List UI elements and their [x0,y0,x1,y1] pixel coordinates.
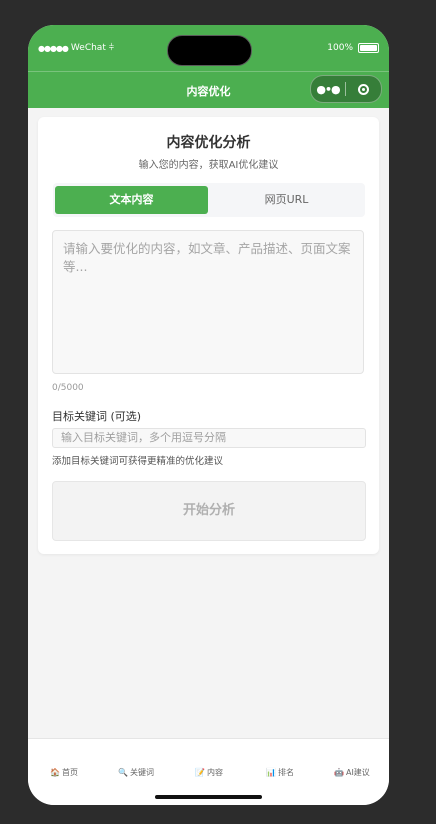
tabbar-item-home[interactable]: 🏠 首页 [50,767,78,778]
robot-icon: 🤖 [334,768,344,777]
content-textarea[interactable]: 请输入要优化的内容，如文章、产品描述、页面文案等... [52,230,364,374]
home-indicator [155,795,262,799]
tab-web-url[interactable]: 网页URL [210,186,363,214]
card-subtitle: 输入您的内容，获取AI优化建议 [138,160,279,171]
input-mode-tabs: 文本内容 网页URL [53,183,365,217]
wifi-icon: ⫩ [108,43,115,53]
signal-icon: ●●●●● [38,43,69,53]
tabbar-item-keywords[interactable]: 🔍 关键词 [118,767,154,778]
bar-chart-icon: 📊 [266,768,276,777]
tabbar-label: 关键词 [129,768,154,777]
phone-screen: ●●●●● WeChat ⫩ 100% 内容优化 ●•● 内容优化分析 输入您的… [28,25,389,805]
nav-bar: 内容优化 ●•● [28,71,389,108]
carrier-name: WeChat [70,43,106,53]
keyword-hint: 添加目标关键词可获得更精准的优化建议 [52,456,224,467]
tabbar-item-ai-suggestions[interactable]: 🤖 AI建议 [334,767,370,778]
tabbar-label: 排名 [277,768,294,777]
analysis-card: 内容优化分析 输入您的内容，获取AI优化建议 文本内容 网页URL 请输入要优化… [38,117,379,554]
status-bar: ●●●●● WeChat ⫩ 100% [28,25,389,71]
tabbar-label: 首页 [61,768,78,777]
tabbar-label: 内容 [206,768,223,777]
memo-icon: 📝 [195,768,205,777]
more-icon[interactable]: ●•● [311,83,345,96]
tabbar-item-ranking[interactable]: 📊 排名 [266,767,294,778]
tabbar-label: AI建议 [345,768,370,777]
dynamic-island [167,35,252,66]
mini-program-capsule: ●•● [310,75,382,103]
keyword-placeholder: 输入目标关键词，多个用逗号分隔 [61,431,226,444]
tabbar-item-content[interactable]: 📝 内容 [195,767,223,778]
battery-icon [358,43,379,53]
tab-text-content[interactable]: 文本内容 [55,186,208,214]
keyword-input[interactable]: 输入目标关键词，多个用逗号分隔 [52,428,366,448]
search-icon: 🔍 [118,768,128,777]
battery-percent: 100% [327,43,353,53]
card-title: 内容优化分析 [166,135,251,151]
char-counter: 0/5000 [52,383,84,393]
status-left: ●●●●● WeChat ⫩ [38,43,114,53]
keyword-label: 目标关键词 (可选) [52,410,142,423]
status-right: 100% [327,43,379,53]
close-circle-icon [357,83,369,95]
home-icon: 🏠 [50,768,60,777]
start-analysis-button[interactable]: 开始分析 [52,481,366,541]
close-mini-program-button[interactable] [346,83,380,95]
tab-bar: 🏠 首页 🔍 关键词 📝 内容 📊 排名 🤖 AI建议 [28,738,389,805]
